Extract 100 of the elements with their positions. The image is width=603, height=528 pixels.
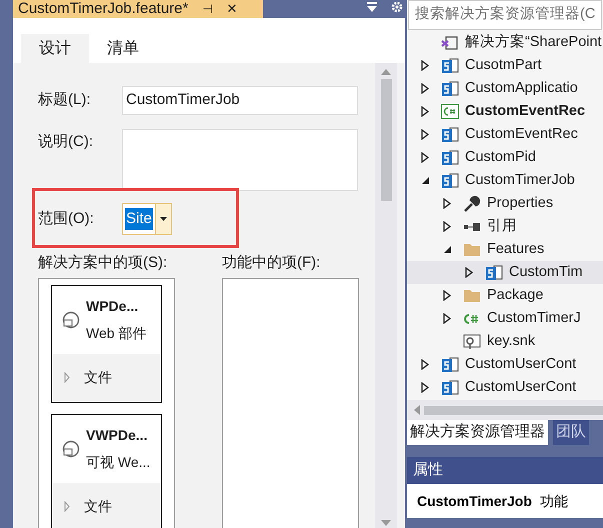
solution-item-card[interactable]: VWPDe... 可视 We... 文件 [51,414,162,528]
tree-label: CustomTim [509,262,583,282]
tree-label: CustomEventRec [465,102,586,121]
tree-label: CusotmPart [465,56,542,75]
tree-item[interactable]: CustomEventRec [407,123,603,146]
pin-icon[interactable]: ⊣ [202,0,212,18]
properties-header: 属性 [407,457,603,484]
object-name: CustomTimerJob [417,492,532,510]
csharp-project-icon [441,104,459,119]
key-file-icon [463,334,481,350]
feature-items-label: 功能中的项(F): [222,253,320,273]
dropdown-icon[interactable] [367,2,377,14]
solution-item-card[interactable]: WPDe... Web 部件 文件 [51,284,162,402]
solution-icon [441,34,459,50]
collapsed-arrow-icon[interactable] [443,221,451,232]
collapsed-arrow-icon[interactable] [421,359,429,370]
search-field[interactable]: 搜索解决方案资源管理器(C [408,0,602,30]
expanded-arrow-icon[interactable] [443,245,452,254]
close-icon[interactable]: ✕ [226,0,238,19]
scrollbar-thumb[interactable] [380,79,392,201]
collapsed-arrow-icon[interactable] [443,313,451,324]
collapsed-arrow-icon[interactable] [421,382,429,393]
sharepoint-icon [441,80,459,97]
tree-item[interactable]: key.snk [407,330,603,353]
folder-icon [463,242,481,257]
tree-item[interactable]: CusotmPart [407,54,603,77]
object-type: 功能 [540,492,568,510]
collapsed-arrow-icon[interactable] [421,60,429,71]
expand-arrow-icon[interactable] [64,501,70,512]
item-name: WPDe... [86,296,140,316]
tree-label: Package [487,286,544,305]
sharepoint-icon [441,149,459,166]
solution-items-label: 解决方案中的项(S): [38,253,168,273]
csharp-file-icon [463,312,479,324]
scope-dropdown[interactable]: Site [122,203,172,235]
item-files: 文件 [84,497,112,516]
item-name: VWPDe... [86,426,148,444]
scope-value: Site [125,208,153,230]
vertical-scrollbar[interactable] [375,63,397,528]
caret-icon [160,217,167,221]
collapsed-arrow-icon[interactable] [443,290,451,301]
tree-item[interactable]: Package [407,284,603,307]
tree-item[interactable]: 解决方案“SharePoint [407,31,603,54]
tree-label: CustomTimerJob [465,170,575,190]
collapsed-arrow-icon[interactable] [421,152,429,163]
horizontal-scrollbar-thumb[interactable] [424,406,603,414]
settings-icon[interactable] [391,1,403,13]
tree-item[interactable]: CustomUserCont [407,353,603,376]
panel-tab[interactable]: 解决方案资源管理器 [407,420,548,445]
tree-item[interactable]: CustomTimerJob [407,169,603,192]
tree-label: Properties [487,194,554,213]
document-tab[interactable]: CustomTimerJob.feature* ⊣ ✕ [13,0,263,18]
tree-item[interactable]: Features [407,238,603,261]
tree-item[interactable]: CustomTim [407,261,603,284]
tree-label: CustomUserCont [465,354,576,374]
designer-tab[interactable]: 设计 [21,34,89,63]
document-title: CustomTimerJob.feature* [18,0,188,19]
tree-item[interactable]: CustomUserCont [407,376,603,399]
sharepoint-icon [441,57,459,74]
collapsed-arrow-icon[interactable] [421,83,429,94]
tree-item[interactable]: CustomPid [407,146,603,169]
sharepoint-icon [441,126,459,143]
tree-item[interactable]: CustomTimerJ [407,307,603,330]
collapsed-arrow-icon[interactable] [443,198,451,209]
tree-label: 引用 [487,216,517,236]
folder-icon [463,288,481,303]
item-type: 可视 We... [86,452,150,472]
tree-label: key.snk [487,332,536,351]
references-icon [463,222,481,232]
tree-label: CustomUserCont [465,378,576,397]
collapsed-arrow-icon[interactable] [465,267,473,278]
tree-item[interactable]: 引用 [407,215,603,238]
item-files: 文件 [84,368,112,387]
tree-label: Features [487,240,544,259]
item-type: Web 部件 [86,324,146,342]
description-label: 说明(C): [38,132,94,152]
wrench-icon [463,194,481,212]
tree-label: CustomPid [465,148,536,167]
description-field[interactable] [122,129,358,191]
scope-label: 范围(O): [38,208,95,229]
web-part-icon [62,310,80,328]
sharepoint-icon [485,264,503,281]
tree-label: CustomApplicatio [465,78,578,98]
panel-tab[interactable]: 团队 [553,420,589,445]
title-label: 标题(L): [38,90,92,110]
tree-item[interactable]: Properties [407,192,603,215]
tree-label: 解决方案“SharePoint [465,32,602,52]
expanded-arrow-icon[interactable] [421,176,430,185]
sharepoint-icon [441,172,459,189]
web-part-icon [62,440,80,458]
collapsed-arrow-icon[interactable] [421,129,429,140]
collapsed-arrow-icon[interactable] [421,106,429,117]
title-field[interactable]: CustomTimerJob [122,86,358,115]
tree-label: CustomTimerJ [487,308,581,328]
sharepoint-icon [441,379,459,396]
sharepoint-icon [441,356,459,373]
tree-item[interactable]: CustomEventRec [407,100,603,123]
expand-arrow-icon[interactable] [64,372,70,383]
tree-label: CustomEventRec [465,124,578,144]
tree-item[interactable]: CustomApplicatio [407,77,603,100]
